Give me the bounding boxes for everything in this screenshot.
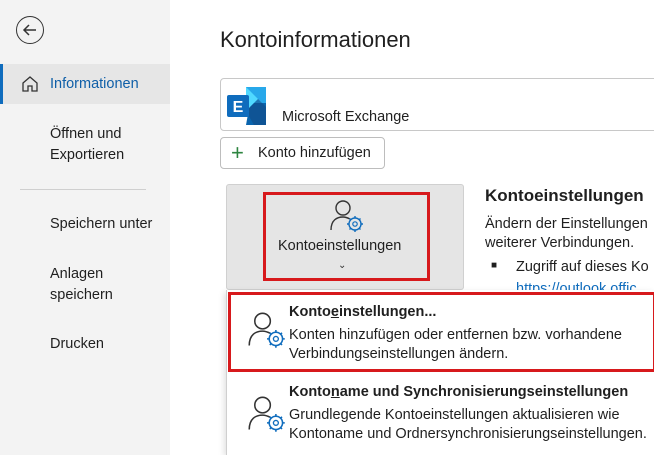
chevron-down-icon: ⌄ bbox=[338, 260, 347, 271]
user-settings-icon bbox=[330, 200, 363, 232]
bullet-text: Zugriff auf dieses Ko bbox=[516, 259, 649, 275]
add-account-button[interactable]: + Konto hinzufügen bbox=[220, 137, 385, 169]
sidebar-item-informationen[interactable]: Informationen bbox=[0, 64, 170, 104]
menu-item-title: Kontoname und Synchronisierungseinstellu… bbox=[289, 384, 629, 400]
back-button[interactable] bbox=[16, 16, 44, 44]
sidebar-item-label: Informationen bbox=[50, 76, 139, 92]
svg-text:E: E bbox=[233, 99, 244, 116]
add-account-label: Konto hinzufügen bbox=[258, 145, 371, 161]
exchange-logo-icon: E bbox=[227, 87, 266, 125]
sidebar-divider bbox=[20, 189, 146, 190]
account-settings-tile-label: Kontoeinstellungen bbox=[278, 238, 402, 254]
backstage-sidebar: Informationen Öffnen und Exportieren Spe… bbox=[0, 0, 170, 455]
sidebar-item-label: Öffnen und Exportieren bbox=[50, 126, 125, 163]
account-selector[interactable]: E Microsoft Exchange bbox=[220, 78, 654, 131]
account-name: Microsoft Exchange bbox=[282, 109, 410, 125]
back-arrow-icon bbox=[22, 24, 36, 36]
user-settings-icon bbox=[248, 396, 285, 432]
bullet-icon: ■ bbox=[491, 260, 498, 271]
sidebar-item-label: Speichern unter bbox=[50, 216, 153, 232]
sidebar-item-label: Anlagen speichern bbox=[50, 266, 113, 303]
menu-highlight-frame bbox=[228, 292, 654, 372]
section-description-line: weiterer Verbindungen. bbox=[485, 235, 635, 251]
home-icon bbox=[22, 76, 38, 92]
sidebar-item-label: Drucken bbox=[50, 336, 104, 352]
section-description: Ändern der Einstellungen weiterer Verbin… bbox=[485, 215, 648, 253]
plus-icon: + bbox=[231, 140, 244, 165]
selected-indicator bbox=[0, 64, 3, 104]
page-title: Kontoinformationen bbox=[220, 27, 411, 52]
menu-item-description: Grundlegende Kontoeinstellungen aktualis… bbox=[289, 407, 647, 442]
menu-item-kontoname-synchronisierung[interactable]: Kontoname und Synchronisierungseinstellu… bbox=[227, 378, 654, 455]
section-heading: Kontoeinstellungen bbox=[485, 186, 644, 205]
section-description-line: Ändern der Einstellungen bbox=[485, 216, 648, 232]
